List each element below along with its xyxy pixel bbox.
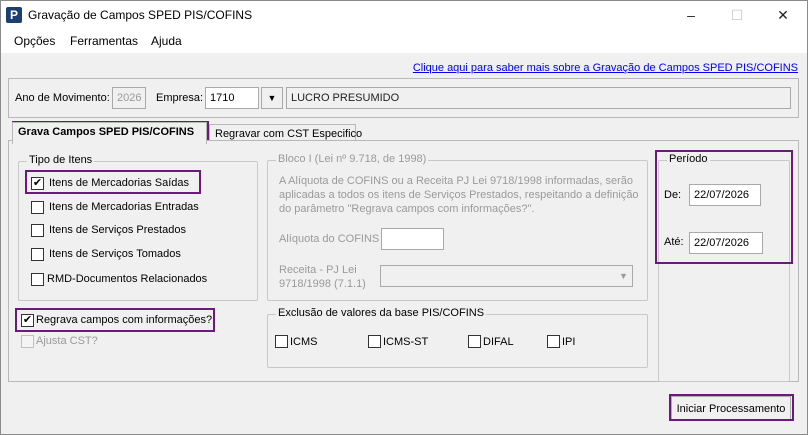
difal-label: DIFAL	[483, 336, 514, 348]
empresa-dropdown-button[interactable]: ▼	[261, 87, 283, 109]
app-icon: P	[6, 7, 22, 23]
ajusta-cst-checkbox	[21, 335, 34, 348]
servicos-tomados-label: Itens de Serviços Tomados	[49, 248, 181, 260]
menu-ferramentas[interactable]: Ferramentas	[70, 34, 138, 48]
receita-label-line1: Receita - PJ Lei	[279, 264, 357, 276]
icms-st-checkbox[interactable]	[368, 335, 381, 348]
ano-movimento-field: 2026	[112, 87, 146, 109]
chevron-down-icon: ▼	[267, 93, 277, 103]
periodo-title: Período	[667, 153, 710, 165]
icms-st-label: ICMS-ST	[383, 336, 429, 348]
mercadorias-saidas-checkbox[interactable]: ✔	[31, 177, 44, 190]
aliquota-input[interactable]	[381, 228, 444, 250]
help-link[interactable]: Clique aqui para saber mais sobre a Grav…	[413, 62, 798, 74]
ajusta-cst-label: Ajusta CST?	[36, 335, 98, 347]
minimize-button[interactable]: –	[668, 1, 714, 31]
ano-movimento-label: Ano de Movimento:	[15, 92, 110, 104]
bloco-i-description: A Alíquota de COFINS ou a Receita PJ Lei…	[279, 175, 639, 215]
menu-ajuda[interactable]: Ajuda	[151, 34, 182, 48]
title-bar: P Gravação de Campos SPED PIS/COFINS – ☐…	[1, 1, 807, 31]
empresa-code-input[interactable]: 1710	[205, 87, 259, 109]
chevron-down-icon: ▼	[615, 266, 632, 286]
periodo-ate-input[interactable]: 22/07/2026	[689, 232, 763, 254]
window-title: Gravação de Campos SPED PIS/COFINS	[28, 8, 253, 22]
iniciar-processamento-button[interactable]: Iniciar Processamento	[671, 396, 791, 420]
menu-opcoes[interactable]: Opções	[14, 34, 55, 48]
tipo-itens-title: Tipo de Itens	[27, 154, 95, 166]
mercadorias-entradas-label: Itens de Mercadorias Entradas	[49, 201, 199, 213]
exclusao-title: Exclusão de valores da base PIS/COFINS	[276, 307, 487, 319]
mercadorias-saidas-label: Itens de Mercadorias Saídas	[49, 177, 190, 189]
menu-bar: Opções Ferramentas Ajuda	[1, 31, 807, 53]
tab-grava-campos[interactable]: Grava Campos SPED PIS/COFINS	[12, 122, 207, 144]
icms-label: ICMS	[290, 336, 318, 348]
periodo-de-label: De:	[664, 189, 682, 201]
servicos-prestados-checkbox[interactable]	[31, 224, 44, 237]
main-window: P Gravação de Campos SPED PIS/COFINS – ☐…	[0, 0, 808, 435]
exclusao-group: Exclusão de valores da base PIS/COFINS	[267, 307, 648, 368]
periodo-de-input[interactable]: 22/07/2026	[689, 184, 761, 206]
servicos-prestados-label: Itens de Serviços Prestados	[49, 224, 186, 236]
empresa-label: Empresa:	[156, 92, 204, 104]
rmd-documentos-checkbox[interactable]	[31, 273, 44, 286]
receita-select	[380, 265, 633, 287]
servicos-tomados-checkbox[interactable]	[31, 248, 44, 261]
icms-checkbox[interactable]	[275, 335, 288, 348]
header-panel: Ano de Movimento: 2026 Empresa: 1710 ▼ L…	[8, 78, 799, 118]
close-button[interactable]: ✕	[760, 1, 806, 31]
periodo-ate-label: Até:	[664, 236, 684, 248]
receita-label-line2: 9718/1998 (7.1.1)	[279, 278, 366, 290]
bloco-i-title: Bloco I (Lei nº 9.718, de 1998)	[276, 153, 429, 165]
empresa-name-field: LUCRO PRESUMIDO	[286, 87, 791, 109]
maximize-button: ☐	[730, 7, 744, 23]
difal-checkbox[interactable]	[468, 335, 481, 348]
regrava-checkbox[interactable]: ✔	[21, 314, 34, 327]
mercadorias-entradas-checkbox[interactable]	[31, 201, 44, 214]
ipi-checkbox[interactable]	[547, 335, 560, 348]
aliquota-label: Alíquota do COFINS	[279, 233, 380, 245]
rmd-documentos-label: RMD-Documentos Relacionados	[47, 273, 208, 285]
ipi-label: IPI	[562, 336, 576, 348]
regrava-label: Regrava campos com informações?	[36, 314, 213, 326]
